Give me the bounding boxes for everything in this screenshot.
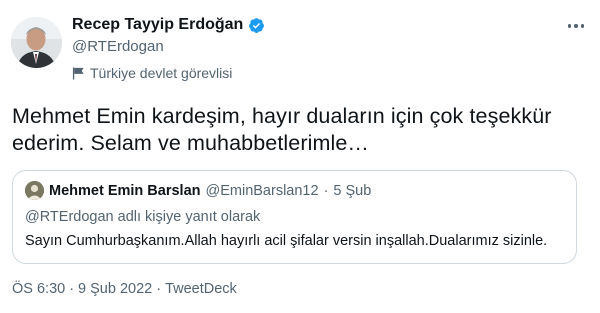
tweet-metadata: ÖS 6:30 · 9 Şub 2022 · TweetDeck [12,281,237,297]
author-name[interactable]: Recep Tayyip Erdoğan [72,16,243,34]
quoted-tweet[interactable]: Mehmet Emin Barslan @EminBarslan12 · 5 Ş… [12,170,577,264]
government-label: Türkiye devlet görevlisi [72,64,265,82]
author-info: Recep Tayyip Erdoğan @RTErdogan Türkiye … [72,14,265,82]
tweet-card: Recep Tayyip Erdoğan @RTErdogan Türkiye … [0,0,600,313]
quoted-author-name[interactable]: Mehmet Emin Barslan [49,183,201,199]
author-avatar[interactable] [11,17,62,68]
author-handle[interactable]: @RTErdogan [72,38,265,58]
quoted-author-avatar[interactable] [25,181,44,200]
quoted-reply-context: @RTErdogan adlı kişiye yanıt olarak [25,209,261,225]
more-options-icon[interactable] [564,16,588,36]
tweet-text: Mehmet Emin kardeşim, hayır duaların içi… [12,104,552,155]
tweet-date[interactable]: 9 Şub 2022 [78,281,152,297]
quoted-author-handle[interactable]: @EminBarslan12 [206,183,319,199]
flag-icon [72,66,84,80]
quoted-date[interactable]: 5 Şub [333,183,371,199]
government-label-text: Türkiye devlet görevlisi [90,65,233,81]
quoted-tweet-text: Sayın Cumhurbaşkanım.Allah hayırlı acil … [25,233,548,249]
tweet-time[interactable]: ÖS 6:30 [12,281,65,297]
verified-badge-icon [249,17,265,33]
tweet-source[interactable]: TweetDeck [165,281,237,297]
quoted-separator: · [323,182,329,199]
quoted-tweet-header: Mehmet Emin Barslan @EminBarslan12 · 5 Ş… [25,181,371,200]
meta-separator: · [69,281,75,297]
author-name-row: Recep Tayyip Erdoğan [72,14,265,36]
meta-separator: · [156,281,162,297]
